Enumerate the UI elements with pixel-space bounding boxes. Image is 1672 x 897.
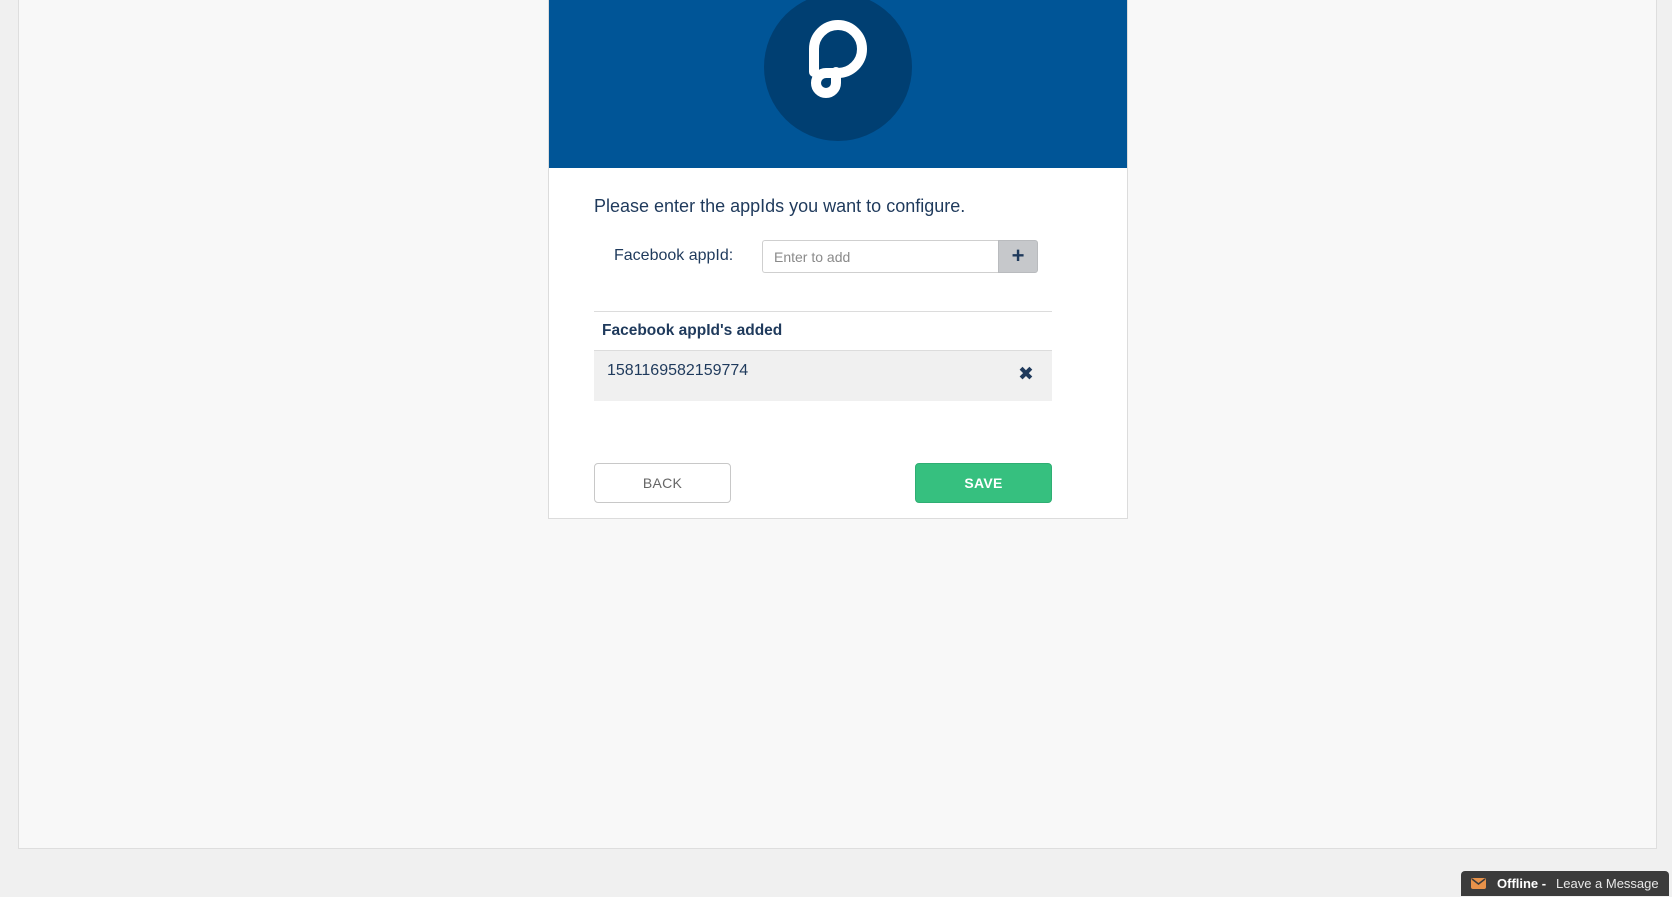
intro-text: Please enter the appIds you want to conf… xyxy=(594,196,966,216)
envelope-icon xyxy=(1471,878,1486,889)
add-appid-button[interactable]: + xyxy=(998,240,1038,273)
facebook-appid-input[interactable] xyxy=(762,240,998,273)
chat-leave-message[interactable]: Leave a Message xyxy=(1556,871,1659,897)
back-button[interactable]: BACK xyxy=(594,463,731,503)
added-appids-header: Facebook appId's added xyxy=(602,322,783,339)
appid-value: 1581169582159774 xyxy=(607,362,749,379)
facebook-appid-label: Facebook appId: xyxy=(614,247,734,264)
configuration-card: Please enter the appIds you want to conf… xyxy=(548,0,1128,519)
save-button[interactable]: SAVE xyxy=(915,463,1052,503)
logo-icon xyxy=(809,20,867,98)
logo xyxy=(764,0,912,141)
remove-icon[interactable]: ✖ xyxy=(1015,364,1037,386)
chat-widget[interactable]: Offline - Leave a Message xyxy=(1461,871,1669,896)
card-header xyxy=(549,0,1127,168)
list-divider xyxy=(594,311,1052,312)
list-item: 1581169582159774 ✖ xyxy=(594,350,1052,401)
chat-status: Offline - xyxy=(1497,876,1547,891)
